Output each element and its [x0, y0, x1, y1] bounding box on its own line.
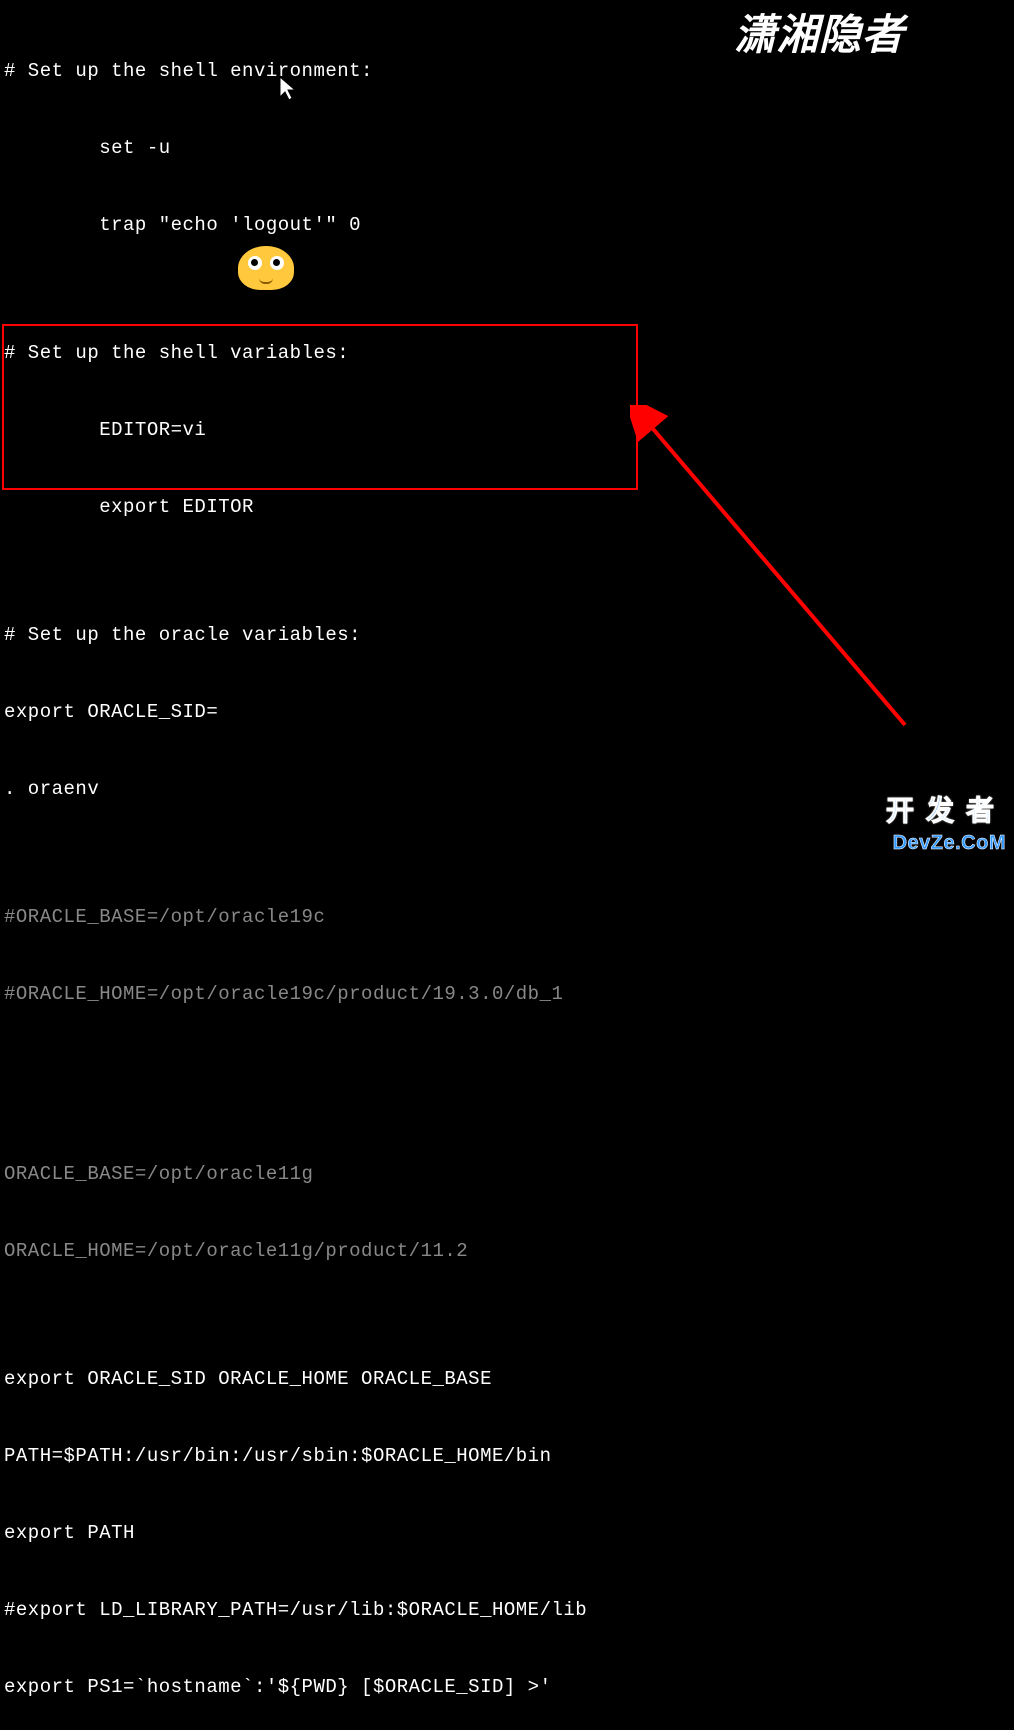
terminal-output: # Set up the shell environment: set -u t…	[4, 8, 1014, 1730]
code-line: ORACLE_HOME=/opt/oracle11g/product/11.2	[4, 1239, 1014, 1265]
code-line: export ORACLE_SID=	[4, 700, 1014, 726]
watermark-author: 潇湘隐者	[734, 8, 904, 65]
code-line: EDITOR=vi	[4, 418, 1014, 444]
watermark-url-text: DevZe.CoM	[886, 830, 1006, 857]
code-line: export ORACLE_SID ORACLE_HOME ORACLE_BAS…	[4, 1367, 1014, 1393]
code-line: . oraenv	[4, 777, 1014, 803]
code-line: PATH=$PATH:/usr/bin:/usr/sbin:$ORACLE_HO…	[4, 1444, 1014, 1470]
code-line: export EDITOR	[4, 495, 1014, 521]
code-line: #ORACLE_HOME=/opt/oracle19c/product/19.3…	[4, 982, 1014, 1008]
watermark-cn-text: 开发者	[886, 792, 1006, 830]
code-line: export PATH	[4, 1521, 1014, 1547]
code-line: #export LD_LIBRARY_PATH=/usr/lib:$ORACLE…	[4, 1598, 1014, 1624]
code-line: trap "echo 'logout'" 0	[4, 213, 1014, 239]
code-line: ORACLE_BASE=/opt/oracle11g	[4, 1162, 1014, 1188]
code-line: # Set up the oracle variables:	[4, 623, 1014, 649]
code-line: #ORACLE_BASE=/opt/oracle19c	[4, 905, 1014, 931]
code-line: set -u	[4, 136, 1014, 162]
watermark-site: 开发者 DevZe.CoM	[886, 792, 1006, 857]
emoji-mask-icon	[238, 246, 294, 294]
code-line: export PS1=`hostname`:'${PWD} [$ORACLE_S…	[4, 1675, 1014, 1701]
code-line: # Set up the shell variables:	[4, 341, 1014, 367]
